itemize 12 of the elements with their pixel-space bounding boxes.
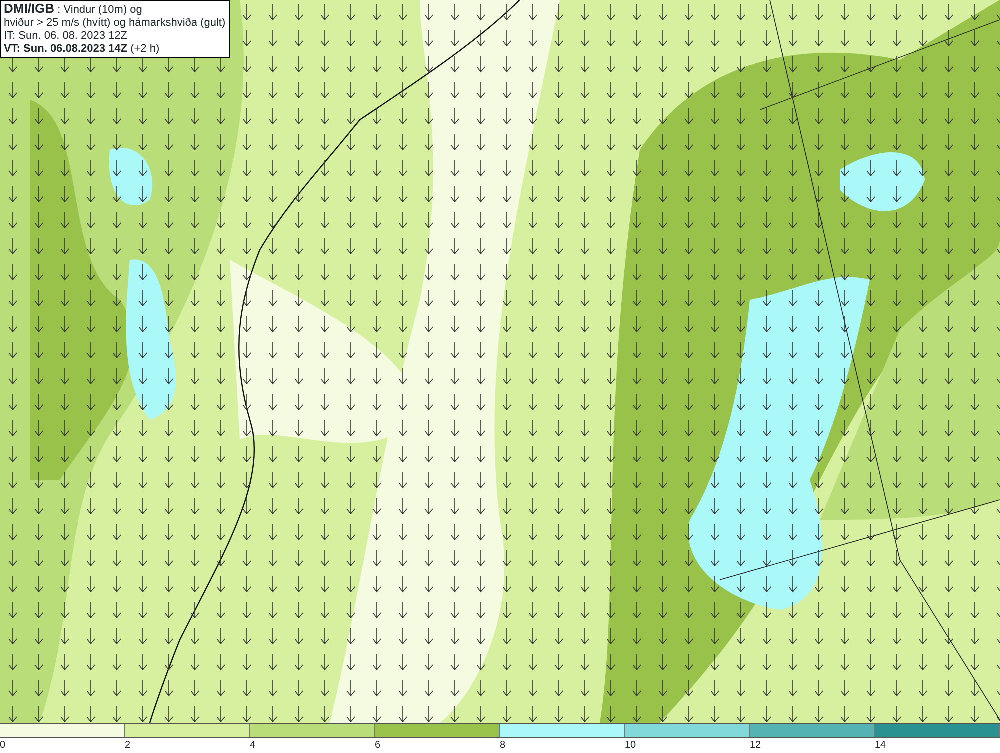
legend-tick-label: 4 [250,740,256,751]
legend-tick-label: 10 [625,740,636,751]
legend-tick-label: 0 [0,740,6,751]
legend-tick-label: 8 [500,740,506,751]
legend-tick-label: 14 [875,740,886,751]
map-caption-line: VT: Sun. 06.08.2023 14Z (+2 h) [4,43,161,56]
map-caption-line: DMI/IGB : Vindur (10m) og [4,2,144,17]
legend-tick-label: 12 [750,740,762,751]
legend-tick-label: 6 [375,740,381,751]
legend-tick-label: 2 [125,740,131,751]
map-caption-line: IT: Sun. 06. 08. 2023 12Z [4,30,129,43]
map-caption-line: hviður > 25 m/s (hvítt) og hámarkshviða (gult) [4,17,226,30]
